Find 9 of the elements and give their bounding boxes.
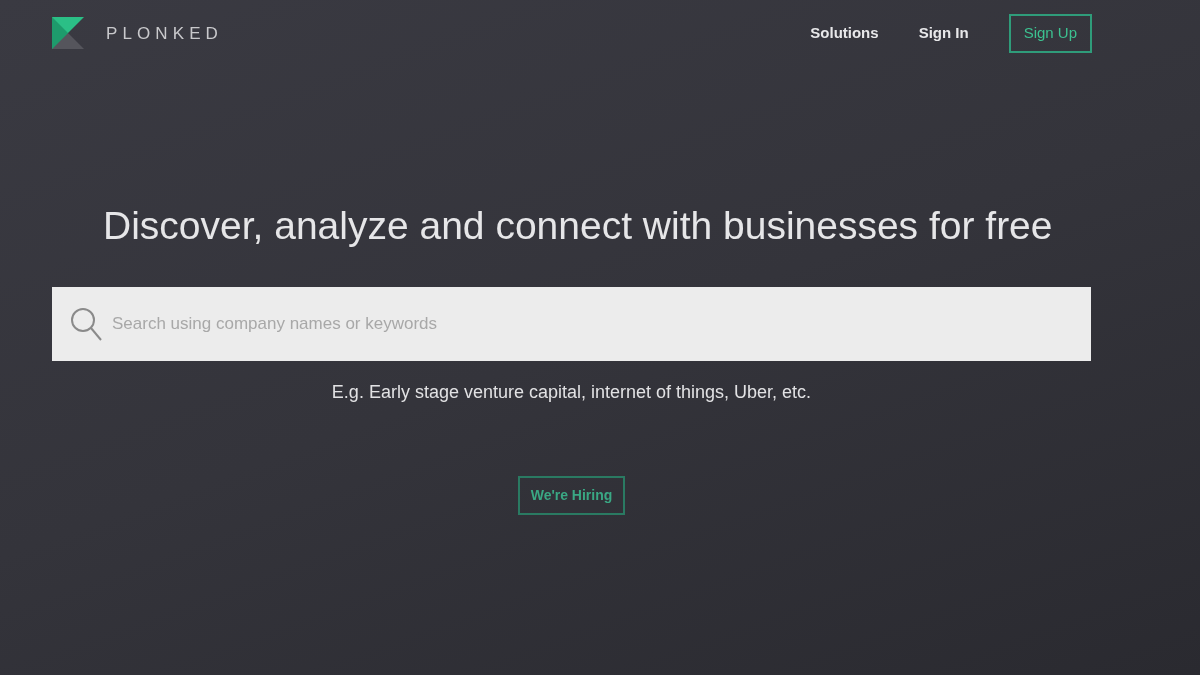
hiring-button[interactable]: We're Hiring bbox=[517, 476, 626, 515]
nav-link[interactable]: Solutions bbox=[810, 22, 879, 45]
nav-link[interactable]: Sign In bbox=[918, 22, 969, 45]
hero-headline: Discover, analyze and connect with businesses for free bbox=[103, 202, 1054, 249]
brand-name: PLONKED bbox=[106, 22, 223, 45]
sign-up-button[interactable]: Sign Up bbox=[1008, 14, 1092, 53]
search-field[interactable]: Search using company names or keywords bbox=[52, 287, 1091, 361]
logo-icon bbox=[52, 17, 84, 50]
example-text: E.g. Early stage venture capital, internet of things, Uber, etc. bbox=[330, 381, 813, 404]
